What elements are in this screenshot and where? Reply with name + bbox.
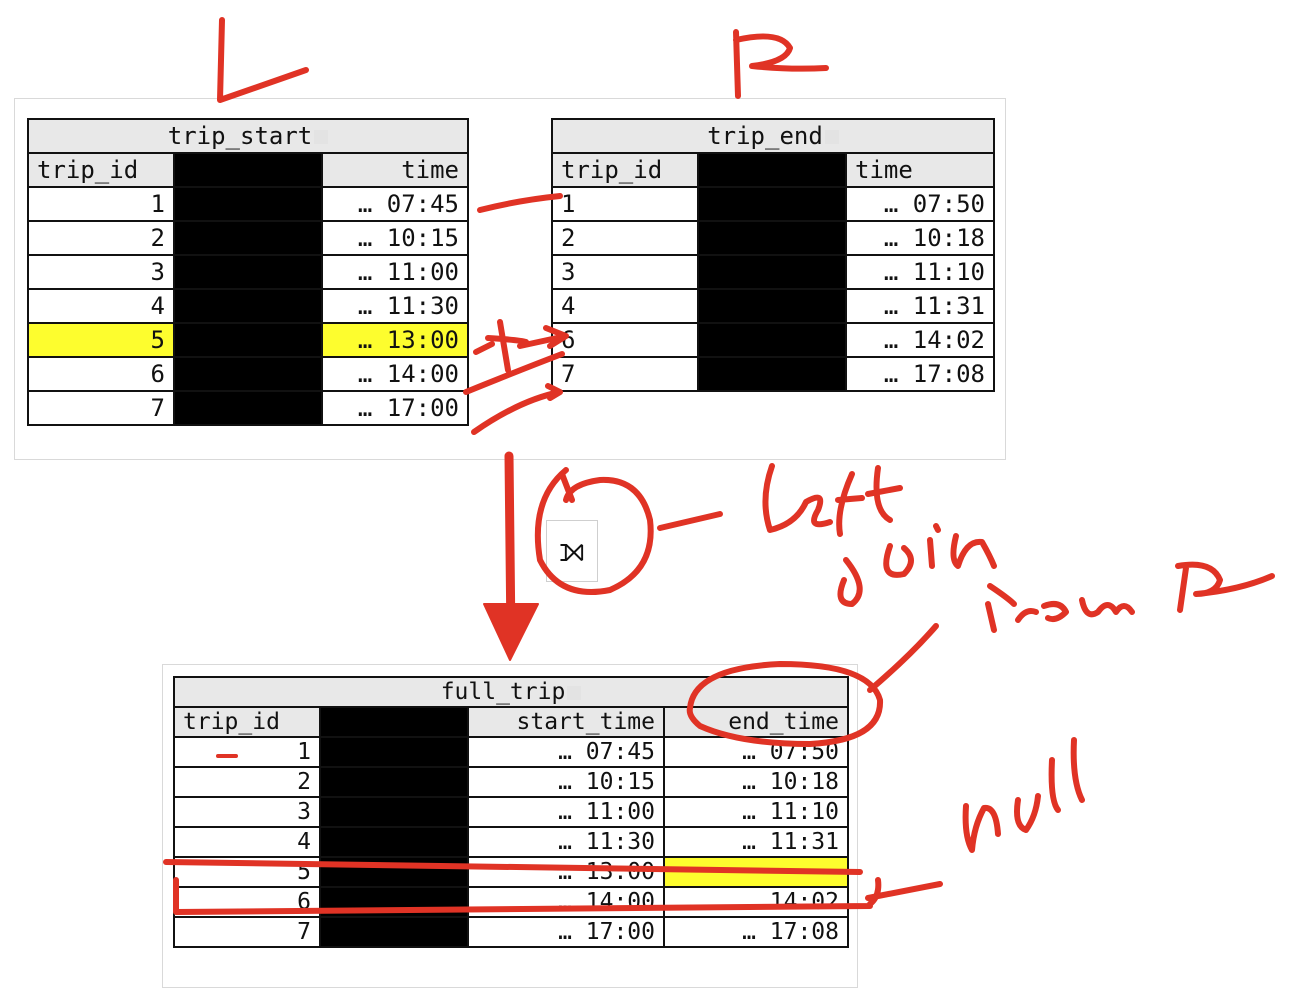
no-match-mark (473, 319, 569, 373)
left-label-ink (217, 17, 309, 103)
right-label-ink (733, 29, 829, 99)
dash-ink (657, 511, 723, 531)
handwritten-annotations (163, 17, 1275, 915)
from-line (867, 623, 939, 693)
end-time-circle (686, 661, 884, 747)
down-arrow-head (483, 603, 539, 661)
match-line (477, 193, 563, 213)
null-word-ink (962, 737, 1085, 853)
match-line (471, 383, 563, 435)
join-word-ink (837, 523, 997, 607)
left-word-ink (762, 463, 903, 537)
from-r-ink (985, 561, 1275, 633)
join-circle (534, 467, 654, 595)
null-row-outline (163, 859, 882, 915)
